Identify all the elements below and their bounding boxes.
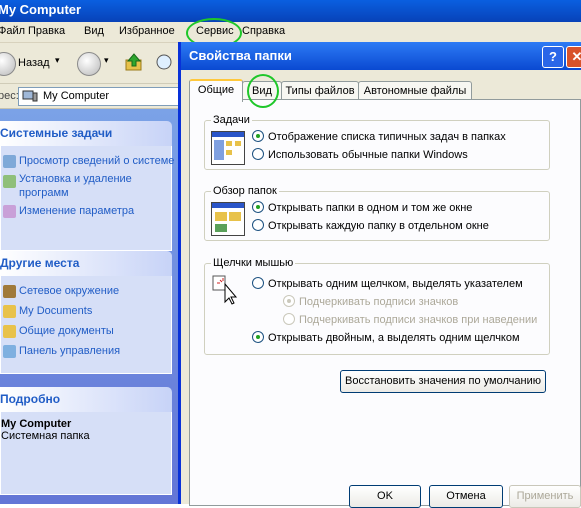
tab-offline-files[interactable]: Автономные файлы [358, 81, 472, 101]
control-panel-icon [3, 205, 16, 218]
browse-group-label: Обзор папок [211, 185, 279, 197]
add-remove-icon [3, 175, 16, 188]
tab-file-types[interactable]: Типы файлов [281, 81, 359, 101]
show-tasks-radio[interactable] [252, 130, 264, 142]
system-info-icon [3, 155, 16, 168]
double-click-radio[interactable] [252, 331, 264, 343]
show-tasks-option[interactable]: Отображение списка типичных задач в папк… [252, 130, 506, 143]
other-places-header[interactable]: Другие места [0, 251, 172, 276]
dialog-title: Свойства папки [189, 48, 292, 63]
menu-bar: Файл Правка Вид Избранное Сервис Справка [0, 22, 581, 43]
menu-file[interactable]: Файл [0, 25, 25, 37]
window-title-bar: My Computer [0, 0, 581, 22]
close-button[interactable]: ✕ [566, 46, 581, 68]
forward-chevron-down-icon[interactable]: ▾ [104, 55, 109, 66]
separate-window-radio[interactable] [252, 219, 264, 231]
folder-icon [3, 305, 16, 318]
menu-edit[interactable]: Правка [28, 25, 65, 37]
network-icon [3, 285, 16, 298]
restore-defaults-button[interactable]: Восстановить значения по умолчанию [340, 370, 546, 393]
view-system-info-link[interactable]: Просмотр сведений о системе [1, 152, 174, 172]
menu-view[interactable]: Вид [84, 25, 104, 37]
underline-always-radio[interactable] [283, 295, 295, 307]
menu-favorites[interactable]: Избранное [119, 25, 175, 37]
single-click-option[interactable]: Открывать одним щелчком, выделять указат… [252, 277, 523, 290]
browse-folders-group: Обзор папок Открывать папки в одном и то… [204, 185, 550, 241]
click-items-group: Щелчки мышью Открывать одним щелчком, вы… [204, 257, 550, 355]
control-panel-link[interactable]: Панель управления [1, 342, 171, 362]
change-setting-link[interactable]: Изменение параметра [1, 202, 171, 222]
task-pane: Системные задачи Просмотр сведений о сис… [0, 109, 180, 504]
details-header[interactable]: Подробно [0, 387, 172, 412]
tasks-preview-icon [211, 131, 245, 165]
general-tab-panel: Задачи Отображение списка типичных задач… [189, 99, 581, 506]
control-panel-link-icon [3, 345, 16, 358]
other-places-box: Другие места Сетевое окружение My Docume… [0, 251, 172, 374]
pointer-click-icon [211, 274, 243, 306]
my-documents-link[interactable]: My Documents [1, 302, 171, 322]
back-arrow-icon[interactable] [0, 52, 16, 76]
browse-preview-icon [211, 202, 245, 236]
address-value: My Computer [43, 90, 110, 102]
help-button[interactable]: ? [542, 46, 564, 68]
underline-hover-option[interactable]: Подчеркивать подписи значков при наведен… [283, 313, 537, 326]
back-label[interactable]: Назад [18, 57, 50, 69]
shared-folder-icon [3, 325, 16, 338]
folder-options-dialog: Свойства папки ? ✕ Общие Вид Типы файлов… [178, 42, 581, 508]
double-click-option[interactable]: Открывать двойным, а выделять одним щелч… [252, 331, 520, 344]
tasks-group: Задачи Отображение списка типичных задач… [204, 114, 550, 170]
details-name: My Computer [1, 418, 72, 430]
folder-up-icon[interactable] [124, 52, 144, 72]
network-places-link[interactable]: Сетевое окружение [1, 282, 171, 302]
same-window-radio[interactable] [252, 201, 264, 213]
annotation-circle-view-tab [247, 74, 279, 108]
window-title: My Computer [0, 2, 82, 17]
click-group-label: Щелчки мышью [211, 257, 296, 269]
system-tasks-box: Системные задачи Просмотр сведений о сис… [0, 121, 174, 251]
add-remove-programs-link[interactable]: Установка и удаление программ [1, 172, 171, 202]
separate-window-option[interactable]: Открывать каждую папку в отдельном окне [252, 219, 489, 232]
same-window-option[interactable]: Открывать папки в одном и том же окне [252, 201, 472, 214]
details-desc: Системная папка [1, 430, 90, 442]
classic-folders-option[interactable]: Использовать обычные папки Windows [252, 148, 468, 161]
menu-help[interactable]: Справка [242, 25, 285, 37]
single-click-radio[interactable] [252, 277, 264, 289]
system-tasks-header[interactable]: Системные задачи [0, 121, 172, 146]
address-field[interactable]: My Computer [18, 87, 195, 106]
computer-icon [22, 90, 38, 102]
underline-hover-radio[interactable] [283, 313, 295, 325]
apply-button[interactable]: Применить [509, 485, 581, 508]
address-label: рес: [0, 90, 19, 102]
tab-general[interactable]: Общие [189, 79, 243, 102]
search-icon[interactable] [152, 52, 176, 74]
details-box: Подробно My Computer Системная папка [0, 387, 172, 495]
tasks-group-label: Задачи [211, 114, 252, 126]
underline-always-option[interactable]: Подчеркивать подписи значков [283, 295, 458, 308]
chevron-down-icon[interactable]: ▾ [55, 55, 60, 66]
classic-folders-radio[interactable] [252, 148, 264, 160]
cancel-button[interactable]: Отмена [429, 485, 503, 508]
dialog-title-bar: Свойства папки ? ✕ [181, 42, 581, 70]
shared-documents-link[interactable]: Общие документы [1, 322, 171, 342]
forward-arrow-icon[interactable] [77, 52, 101, 76]
ok-button[interactable]: OK [349, 485, 421, 508]
